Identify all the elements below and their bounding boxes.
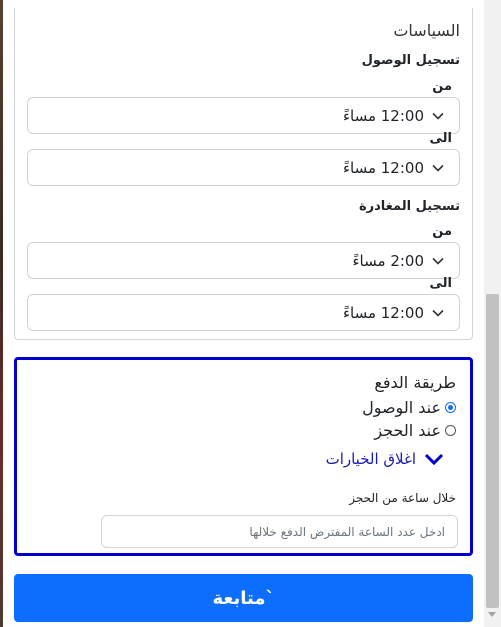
chevron-down-icon [432, 112, 444, 120]
policies-panel: السياسات تسجيل الوصول من 12:00 مساءً الى… [14, 8, 473, 340]
checkin-to-select[interactable]: 12:00 مساءً [27, 149, 460, 186]
payment-option-label: عند الوصول [362, 398, 441, 417]
checkin-heading: تسجيل الوصول [361, 53, 460, 68]
close-options-toggle[interactable]: اغلاق الخيارات [326, 450, 444, 468]
payment-hours-input[interactable] [101, 515, 458, 548]
close-options-label: اغلاق الخيارات [325, 450, 416, 468]
chevron-down-icon [432, 309, 444, 317]
radio-checked-icon[interactable] [445, 402, 456, 413]
checkout-heading: تسجيل المغادرة [358, 199, 460, 214]
checkout-from-label: من [432, 224, 452, 239]
checkout-to-select[interactable]: 12:00 مساءً [27, 294, 460, 331]
payment-option-on-arrival[interactable]: عند الوصول [362, 398, 456, 417]
payment-option-on-booking[interactable]: عند الحجز [374, 421, 456, 440]
checkin-from-label: من [432, 79, 452, 94]
chevron-down-icon [424, 453, 444, 466]
checkin-from-select[interactable]: 12:00 مساءً [27, 97, 460, 134]
scroll-down-arrow-icon[interactable] [488, 612, 496, 617]
payment-hours-label: خلال ساعة من الحجز [349, 491, 456, 505]
payment-method-panel: طريقة الدفع عند الوصول عند الحجز اغلاق ا… [14, 357, 473, 556]
payment-option-label: عند الحجز [374, 421, 441, 440]
checkout-to-label: الى [429, 276, 453, 291]
checkin-to-label: الى [429, 131, 453, 146]
chevron-down-icon [432, 164, 444, 172]
checkin-to-value: 12:00 مساءً [342, 159, 424, 177]
checkout-from-select[interactable]: 2:00 مساءً [27, 242, 460, 279]
policies-title: السياسات [393, 21, 460, 40]
payment-title: طريقة الدفع [374, 373, 456, 392]
continue-button[interactable]: متابعة` [14, 574, 473, 622]
checkout-to-value: 12:00 مساءً [342, 304, 424, 322]
radio-unchecked-icon[interactable] [445, 425, 456, 436]
checkin-from-value: 12:00 مساءً [342, 107, 424, 125]
background-edge [0, 0, 3, 627]
scrollbar-thumb[interactable] [486, 294, 499, 608]
chevron-down-icon [432, 257, 444, 265]
checkout-from-value: 2:00 مساءً [352, 252, 425, 270]
